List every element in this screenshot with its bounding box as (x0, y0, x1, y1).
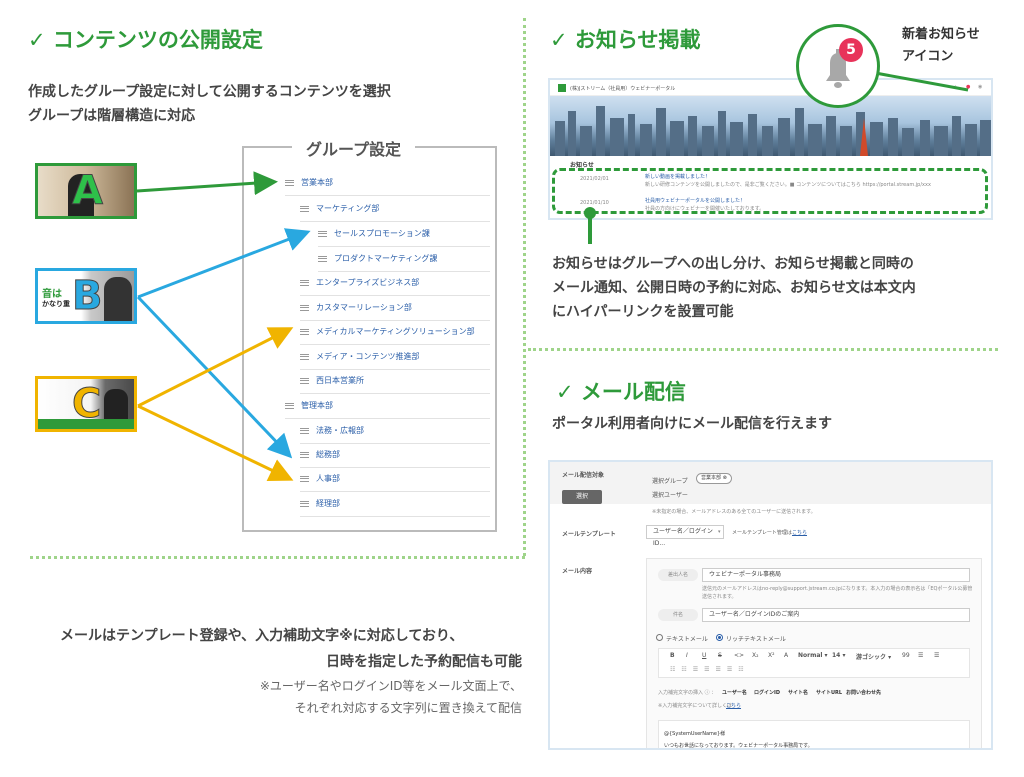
horizontal-divider-right (528, 348, 998, 351)
quote-button[interactable]: 99 (902, 652, 910, 659)
select-target-button[interactable]: 選択 (562, 490, 602, 504)
portal-logo (558, 84, 566, 92)
mail-body-line-2: いつもお世話になっております。ウェビナーポータル事務局です。 (664, 743, 813, 749)
selected-group-tag[interactable]: 営業本部 ⊗ (696, 473, 732, 484)
assist-username[interactable]: ユーザー名 (722, 689, 747, 696)
section-title-mail: ✓ メール配信 (556, 380, 686, 404)
sender-note-1: 送信元のメールアドレスはno-reply@support.jstream.co.… (702, 586, 972, 592)
selected-user-label: 選択ユーザー (652, 492, 688, 499)
font-family-select[interactable]: 游ゴシック ▾ (856, 652, 891, 661)
arrow-b-to-general-affairs (136, 295, 293, 459)
mail-description: ポータル利用者向けにメール配信を行えます (552, 416, 832, 432)
notice-description-1: お知らせはグループへの出し分け、お知らせ掲載と同時の (552, 256, 914, 272)
assist-label: 入力補完文字の挿入 ⓘ ： (658, 690, 717, 696)
arrow-c-to-hr (137, 404, 294, 482)
arrow-b-to-promotion (137, 228, 311, 299)
highlight-connector-dot (584, 207, 596, 219)
ordered-list-button[interactable]: ☰ (918, 652, 923, 659)
selected-group-label: 選択グループ (652, 478, 688, 485)
news-highlight-frame (552, 168, 988, 214)
mail-target-label: メール配信対象 (562, 472, 605, 479)
bell-zoom-circle: 5 (796, 24, 880, 108)
mail-target-section (550, 462, 991, 504)
sender-name-input[interactable]: ウェビナーポータル事務局 (702, 568, 970, 582)
bullet-list-button[interactable]: ☰ (934, 652, 939, 659)
chevron-down-icon[interactable]: ▾ (718, 529, 721, 535)
mail-feature-text-1: メールはテンプレート登録や、入力補助文字※に対応しており、 (60, 628, 464, 644)
portal-name: (株)Jストリーム（社員用）ウェビナーポータル (570, 86, 676, 92)
bold-button[interactable]: B (670, 652, 675, 659)
mail-feature-note-1: ※ユーザー名やログインID等をメール文面上で、 (259, 679, 522, 693)
bell-label-line-1: 新着お知らせ (902, 27, 980, 42)
radio-text-mail[interactable] (656, 634, 663, 641)
mail-feature-text-2: 日時を指定した予約配信も可能 (326, 654, 522, 670)
subject-label: 件名 (658, 609, 698, 621)
underline-button[interactable]: U (702, 652, 706, 659)
code-button[interactable]: <> (734, 652, 744, 659)
font-size-select[interactable]: 14 ▾ (832, 652, 845, 659)
italic-button[interactable]: I (686, 652, 688, 659)
subscript-button[interactable]: X₂ (752, 652, 759, 659)
assist-link-prefix: ※入力補完文字について詳しくは (658, 703, 733, 709)
strike-button[interactable]: S (718, 652, 722, 659)
notice-description-3: にハイパーリンクを設置可能 (552, 304, 734, 320)
size-style-select[interactable]: Normal ▾ (798, 652, 828, 659)
align-buttons[interactable]: ☷☷☰☰☰☰☷ (670, 666, 750, 673)
mail-body-line-1: @{SystemUserName}様 (664, 731, 726, 737)
notice-description-2: メール通知、公開日時の予約に対応、お知らせ文は本文内 (552, 280, 916, 296)
mail-feature-note-2: それぞれ対応する文字列に置き換えて配信 (294, 701, 522, 715)
mail-content-label: メール内容 (562, 568, 593, 575)
mail-target-note: ※未指定の場合、メールアドレスのある全てのユーザーに送信されます。 (652, 509, 816, 515)
section-title-notice: ✓ お知らせ掲載 (550, 28, 701, 52)
assist-site-name[interactable]: サイト名 (788, 689, 808, 696)
font-color-button[interactable]: A (784, 652, 788, 659)
portal-banner (550, 96, 991, 156)
sender-note-2: 送信されます。 (702, 594, 737, 600)
arrow-c-to-medical (137, 327, 294, 408)
superscript-button[interactable]: X² (768, 652, 775, 659)
template-manage-link[interactable]: こちら (792, 529, 807, 536)
sender-label: 差出人名 (658, 569, 698, 581)
mail-template-select[interactable]: ユーザー名／ログインID... (646, 525, 724, 547)
radio-rich-mail[interactable] (716, 634, 723, 641)
radio-rich-mail-label: リッチテキストメール (726, 636, 786, 643)
mail-template-label: メールテンプレート (562, 531, 616, 538)
bell-icon (826, 49, 850, 88)
assist-login-id[interactable]: ログインID (754, 689, 780, 696)
template-link-prefix: メールテンプレート管理は (732, 530, 792, 536)
mail-form-screenshot: メール配信対象 選択 選択グループ 営業本部 ⊗ 選択ユーザー ※未指定の場合、… (548, 460, 993, 750)
assignment-arrows (136, 171, 311, 482)
assist-site-url[interactable]: サイトURL (816, 689, 842, 696)
notification-count-badge: 5 (839, 38, 863, 62)
city-skyline (555, 106, 991, 156)
radio-text-mail-label: テキストメール (666, 636, 708, 643)
assist-contact[interactable]: お問い合わせ先 (846, 689, 881, 696)
arrow-a-to-sales (136, 171, 278, 196)
subject-input[interactable]: ユーザー名／ログインIDのご案内 (702, 608, 970, 622)
assist-help-link[interactable]: こちら (726, 702, 741, 709)
